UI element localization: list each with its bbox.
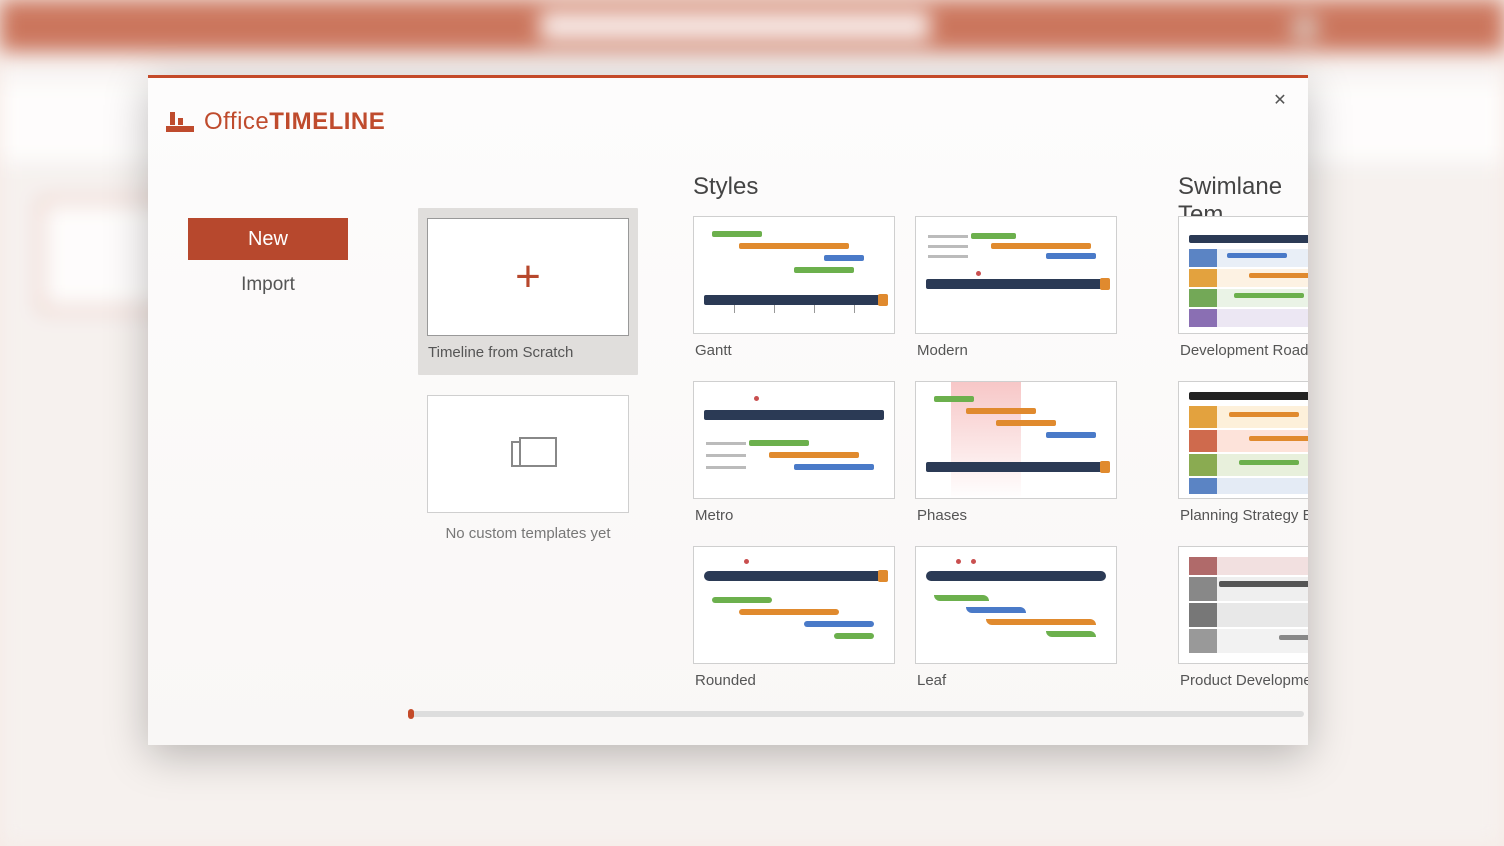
- phases-thumbnail: [915, 381, 1117, 499]
- rounded-thumbnail: [693, 546, 895, 664]
- style-metro[interactable]: Metro: [693, 381, 895, 524]
- template-from-scratch[interactable]: + Timeline from Scratch: [418, 208, 638, 375]
- template-no-custom[interactable]: No custom templates yet: [418, 395, 638, 542]
- styles-grid: Gantt Modern: [693, 216, 1117, 689]
- styles-heading: Styles: [693, 173, 758, 201]
- style-leaf[interactable]: Leaf: [915, 546, 1117, 689]
- swimlane-label: Product Developmen: [1178, 664, 1308, 689]
- dev-roadmap-thumbnail: [1178, 216, 1308, 334]
- swimlane-grid: Development Roadm Planning Strategy BI: [1178, 216, 1308, 689]
- modern-thumbnail: [915, 216, 1117, 334]
- style-rounded[interactable]: Rounded: [693, 546, 895, 689]
- horizontal-scrollbar[interactable]: [408, 711, 1304, 717]
- import-button[interactable]: Import: [188, 264, 348, 306]
- leaf-thumbnail: [915, 546, 1117, 664]
- style-label: Rounded: [693, 664, 895, 689]
- style-label: Gantt: [693, 334, 895, 359]
- swimlane-planning[interactable]: Planning Strategy BI: [1178, 381, 1308, 524]
- new-button[interactable]: New: [188, 218, 348, 260]
- swimlane-product-dev[interactable]: Product Developmen: [1178, 546, 1308, 689]
- scratch-thumbnail: +: [427, 218, 629, 336]
- gantt-thumbnail: [693, 216, 895, 334]
- no-custom-thumbnail: [427, 395, 629, 513]
- product-dev-thumbnail: [1178, 546, 1308, 664]
- swimlane-label: Planning Strategy BI: [1178, 499, 1308, 524]
- import-button-label: Import: [241, 274, 295, 296]
- no-custom-label: No custom templates yet: [418, 513, 638, 542]
- new-button-label: New: [248, 228, 288, 251]
- office-timeline-dialog: ✕ OfficeTIMELINE New Import + Timeline f…: [148, 75, 1308, 745]
- style-phases[interactable]: Phases: [915, 381, 1117, 524]
- blank-doc-icon: [511, 441, 545, 467]
- scratch-column: + Timeline from Scratch No custom templa…: [418, 208, 638, 542]
- scrollbar-thumb[interactable]: [408, 709, 414, 719]
- style-modern[interactable]: Modern: [915, 216, 1117, 359]
- metro-thumbnail: [693, 381, 895, 499]
- logo-icon: [166, 110, 194, 134]
- plus-icon: +: [515, 255, 541, 299]
- close-button[interactable]: ✕: [1270, 90, 1290, 110]
- style-label: Metro: [693, 499, 895, 524]
- style-gantt[interactable]: Gantt: [693, 216, 895, 359]
- swimlane-label: Development Roadm: [1178, 334, 1308, 359]
- style-label: Leaf: [915, 664, 1117, 689]
- planning-thumbnail: [1178, 381, 1308, 499]
- style-label: Phases: [915, 499, 1117, 524]
- scratch-label: Timeline from Scratch: [418, 336, 638, 365]
- close-icon: ✕: [1273, 90, 1286, 110]
- app-logo: OfficeTIMELINE: [166, 108, 385, 136]
- swimlane-dev-roadmap[interactable]: Development Roadm: [1178, 216, 1308, 359]
- logo-text: OfficeTIMELINE: [204, 108, 385, 136]
- style-label: Modern: [915, 334, 1117, 359]
- sidebar-actions: New Import: [188, 218, 348, 306]
